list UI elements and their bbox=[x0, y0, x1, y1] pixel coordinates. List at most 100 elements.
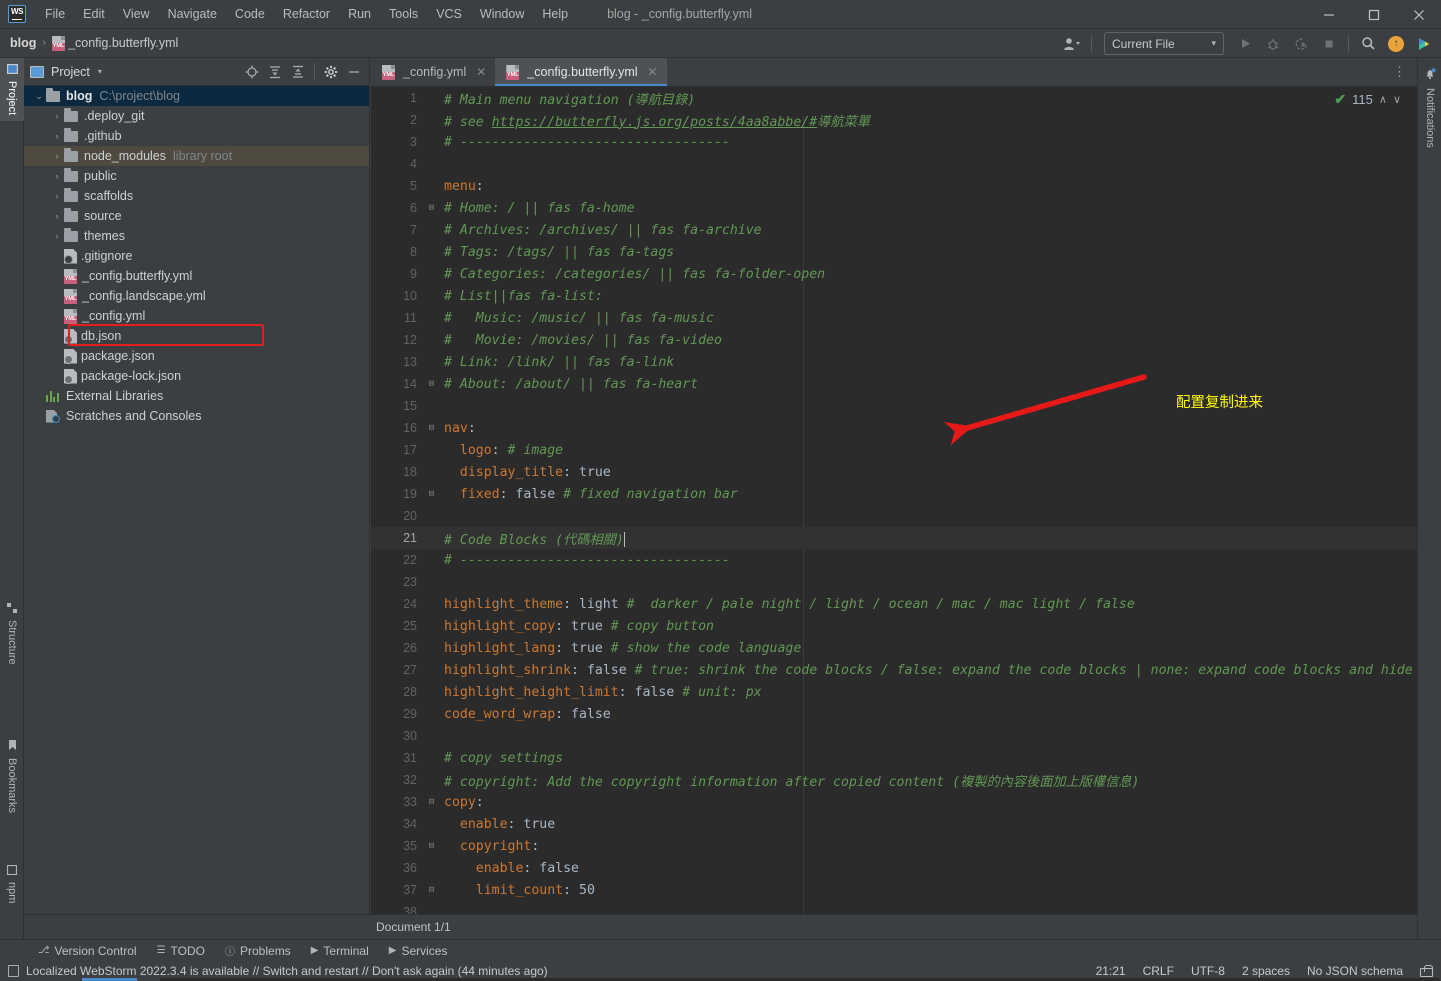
menu-view[interactable]: View bbox=[114, 4, 159, 24]
code-line[interactable]: 22 # ---------------------------------- bbox=[371, 549, 1417, 571]
code-line[interactable]: 30 bbox=[371, 725, 1417, 747]
menu-code[interactable]: Code bbox=[226, 4, 274, 24]
tree-item-external-libraries[interactable]: External Libraries bbox=[24, 386, 369, 406]
tree-expand-arrow[interactable]: ⌄ bbox=[32, 91, 46, 102]
code-line[interactable]: 7 # Archives: /archives/ || fas fa-archiv… bbox=[371, 219, 1417, 241]
tree-item--github[interactable]: › .github bbox=[24, 126, 369, 146]
tree-expand-arrow[interactable]: › bbox=[50, 231, 64, 241]
tree-item-db-json[interactable]: db.json bbox=[24, 326, 369, 346]
project-view-chevron-down-icon[interactable]: ▾ bbox=[98, 67, 102, 76]
code-line[interactable]: 6 ⊟ # Home: / || fas fa-home bbox=[371, 197, 1417, 219]
code-line[interactable]: 10 # List||fas fa-list: bbox=[371, 285, 1417, 307]
editor-tab-options-icon[interactable]: ⋮ bbox=[1393, 58, 1417, 86]
tool-window-terminal[interactable]: ▶ Terminal bbox=[303, 942, 377, 960]
code-line[interactable]: 24 highlight_theme: light # darker / pale… bbox=[371, 593, 1417, 615]
tree-item-blog[interactable]: ⌄ blog C:\project\blog bbox=[24, 86, 369, 106]
editor-tab--config-butterfly-yml[interactable]: YML _config.butterfly.yml ✕ bbox=[495, 58, 667, 86]
sidebar-item-notifications[interactable]: Notifications bbox=[1418, 62, 1441, 154]
previous-highlight-icon[interactable]: ∧ bbox=[1379, 93, 1387, 106]
line-separator[interactable]: CRLF bbox=[1143, 964, 1174, 978]
code-line[interactable]: 25 highlight_copy: true # copy button bbox=[371, 615, 1417, 637]
tree-expand-arrow[interactable]: › bbox=[50, 151, 64, 161]
sidebar-item-bookmarks[interactable]: Bookmarks bbox=[0, 734, 24, 819]
read-only-lock-icon[interactable] bbox=[1420, 965, 1433, 977]
debug-icon[interactable] bbox=[1260, 32, 1286, 56]
menu-navigate[interactable]: Navigate bbox=[159, 4, 226, 24]
project-file-tree[interactable]: ⌄ blog C:\project\blog › .deploy_git › .github… bbox=[24, 86, 369, 426]
code-line[interactable]: 36 enable: false bbox=[371, 857, 1417, 879]
tool-window-version-control[interactable]: ⎇ Version Control bbox=[30, 942, 145, 960]
tree-item-node-modules[interactable]: › node_modules library root bbox=[24, 146, 369, 166]
select-opened-file-icon[interactable] bbox=[241, 61, 263, 83]
tool-window-services[interactable]: ▶ Services bbox=[381, 942, 456, 960]
inspection-widget[interactable]: ✔ 115 ∧ ∨ bbox=[1334, 91, 1401, 108]
code-line[interactable]: 17 logo: # image bbox=[371, 439, 1417, 461]
code-line[interactable]: 9 # Categories: /categories/ || fas fa-fo… bbox=[371, 263, 1417, 285]
menu-refactor[interactable]: Refactor bbox=[274, 4, 339, 24]
tree-item--deploy-git[interactable]: › .deploy_git bbox=[24, 106, 369, 126]
menu-tools[interactable]: Tools bbox=[380, 4, 427, 24]
code-line[interactable]: 4 bbox=[371, 153, 1417, 175]
maximize-button[interactable] bbox=[1351, 0, 1396, 29]
code-line[interactable]: 34 enable: true bbox=[371, 813, 1417, 835]
breadcrumb-file[interactable]: _config.butterfly.yml bbox=[68, 36, 178, 50]
tool-window-todo[interactable]: ☰ TODO bbox=[149, 942, 213, 960]
breadcrumb-root[interactable]: blog bbox=[10, 36, 36, 50]
code-line[interactable]: 29 code_word_wrap: false bbox=[371, 703, 1417, 725]
code-line[interactable]: 19 ⊟ fixed: false # fixed navigation bar bbox=[371, 483, 1417, 505]
editor-tab--config-yml[interactable]: YML _config.yml ✕ bbox=[371, 58, 495, 86]
sidebar-item-project[interactable]: Project bbox=[0, 58, 24, 122]
caret-position[interactable]: 21:21 bbox=[1096, 964, 1126, 978]
search-everywhere-icon[interactable] bbox=[1355, 32, 1381, 56]
code-line[interactable]: 33 ⊟ copy: bbox=[371, 791, 1417, 813]
menu-file[interactable]: File bbox=[36, 4, 74, 24]
code-line[interactable]: 1 # Main menu navigation (導航目錄) bbox=[371, 87, 1417, 109]
tree-item--config-butterfly-yml[interactable]: YML _config.butterfly.yml bbox=[24, 266, 369, 286]
code-line[interactable]: 32 # copyright: Add the copyright informa… bbox=[371, 769, 1417, 791]
menu-run[interactable]: Run bbox=[339, 4, 380, 24]
hide-panel-icon[interactable] bbox=[343, 61, 365, 83]
menu-vcs[interactable]: VCS bbox=[427, 4, 471, 24]
minimize-button[interactable] bbox=[1306, 0, 1351, 29]
code-line[interactable]: 12 # Movie: /movies/ || fas fa-video bbox=[371, 329, 1417, 351]
tree-expand-arrow[interactable]: › bbox=[50, 171, 64, 181]
run-anything-icon[interactable] bbox=[1411, 32, 1437, 56]
expand-all-icon[interactable] bbox=[264, 61, 286, 83]
code-line[interactable]: 8 # Tags: /tags/ || fas fa-tags bbox=[371, 241, 1417, 263]
fold-marker[interactable]: ⊟ bbox=[419, 489, 444, 499]
run-with-coverage-icon[interactable] bbox=[1288, 32, 1314, 56]
tree-expand-arrow[interactable]: › bbox=[50, 211, 64, 221]
code-line[interactable]: 27 highlight_shrink: false # true: shrink… bbox=[371, 659, 1417, 681]
fold-marker[interactable]: ⊟ bbox=[419, 885, 444, 895]
menu-window[interactable]: Window bbox=[471, 4, 533, 24]
sidebar-item-npm[interactable]: npm bbox=[0, 859, 24, 909]
code-line[interactable]: 35 ⊟ copyright: bbox=[371, 835, 1417, 857]
sidebar-item-structure[interactable]: Structure bbox=[0, 597, 24, 671]
tree-item-source[interactable]: › source bbox=[24, 206, 369, 226]
code-editor[interactable]: 1 # Main menu navigation (導航目錄) 2 # see htt… bbox=[371, 87, 1417, 939]
menu-help[interactable]: Help bbox=[533, 4, 577, 24]
tree-expand-arrow[interactable]: › bbox=[50, 131, 64, 141]
code-line[interactable]: 21 # Code Blocks (代碼相關) bbox=[371, 527, 1417, 549]
update-project-icon[interactable]: ↑ bbox=[1383, 32, 1409, 56]
close-tab-icon[interactable]: ✕ bbox=[476, 65, 486, 79]
stop-icon[interactable] bbox=[1316, 32, 1342, 56]
next-highlight-icon[interactable]: ∨ bbox=[1393, 93, 1401, 106]
tool-window-problems[interactable]: ⓘ Problems bbox=[217, 941, 299, 960]
code-line[interactable]: 20 bbox=[371, 505, 1417, 527]
tree-item--config-landscape-yml[interactable]: YML _config.landscape.yml bbox=[24, 286, 369, 306]
close-button[interactable] bbox=[1396, 0, 1441, 29]
tree-item--gitignore[interactable]: .gitignore bbox=[24, 246, 369, 266]
fold-marker[interactable]: ⊟ bbox=[419, 423, 444, 433]
code-line[interactable]: 2 # see https://butterfly.js.org/posts/4a… bbox=[371, 109, 1417, 131]
run-icon[interactable] bbox=[1232, 32, 1258, 56]
status-message[interactable]: Localized WebStorm 2022.3.4 is available… bbox=[8, 964, 548, 978]
fold-marker[interactable]: ⊟ bbox=[419, 841, 444, 851]
indent-setting[interactable]: 2 spaces bbox=[1242, 964, 1290, 978]
run-configuration-selector[interactable]: Current File ▾ bbox=[1104, 32, 1224, 55]
tree-item-scratches-and-consoles[interactable]: Scratches and Consoles bbox=[24, 406, 369, 426]
code-line[interactable]: 26 highlight_lang: true # show the code l… bbox=[371, 637, 1417, 659]
code-line[interactable]: 23 bbox=[371, 571, 1417, 593]
file-encoding[interactable]: UTF-8 bbox=[1191, 964, 1225, 978]
tree-item-package-json[interactable]: package.json bbox=[24, 346, 369, 366]
